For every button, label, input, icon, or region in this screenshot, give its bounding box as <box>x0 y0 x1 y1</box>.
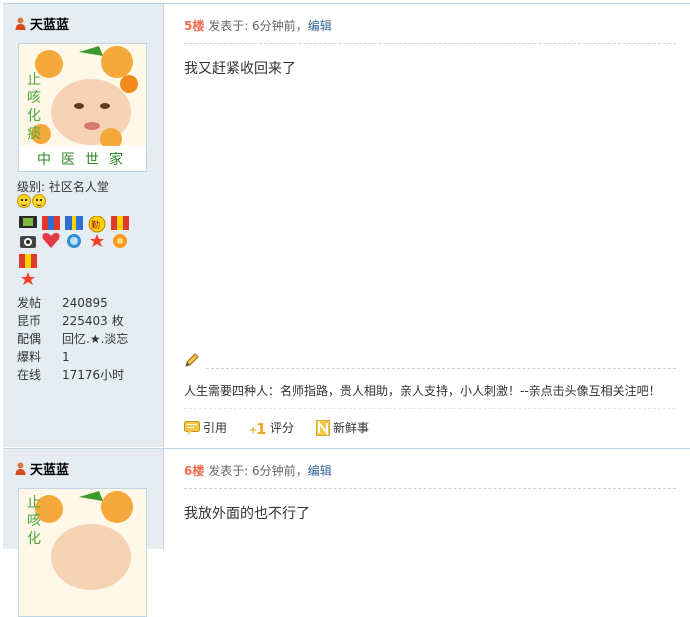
svg-text:化: 化 <box>27 531 41 547</box>
user-icon <box>15 462 26 475</box>
post-header: 6楼 发表于: 6分钟前，编辑 <box>184 462 332 479</box>
smiley-icon <box>17 194 31 208</box>
level-value: 社区名人堂 <box>48 180 109 194</box>
level-stars <box>17 194 46 208</box>
user-row: 天蓝蓝 <box>15 14 69 33</box>
edit-link[interactable]: 编辑 <box>308 19 332 33</box>
user-level: 级别: 社区名人堂 <box>17 178 109 195</box>
post-actions: 引用 + 1 评分 新鲜事 <box>184 419 391 436</box>
username[interactable]: 天蓝蓝 <box>30 14 69 33</box>
quote-icon <box>184 420 200 435</box>
user-icon <box>15 17 26 30</box>
level-label: 级别: <box>17 180 46 194</box>
divider <box>184 408 676 409</box>
medal-icon[interactable] <box>17 216 39 250</box>
post-content: 6楼 发表于: 6分钟前，编辑 我放外面的也不行了 <box>164 449 690 549</box>
user-stats: 发帖 240895 昆币 225403 枚 配偶 回忆.★.淡忘 爆料 1 在线… <box>17 294 128 384</box>
stat-spouse: 配偶 回忆.★.淡忘 <box>17 332 129 346</box>
signature: 人生需要四种人：名师指路，贵人相助，亲人支持，小人刺激！--亲点击头像互相关注吧… <box>184 384 661 398</box>
divider <box>184 488 676 489</box>
avatar-caption-2: 咳 <box>27 90 41 106</box>
news-icon <box>316 419 331 436</box>
post-meta: 发表于: 6分钟前， <box>208 464 308 478</box>
post-content: 5楼 发表于: 6分钟前，编辑 我又赶紧收回来了 人生需要四种人：名师指路，贵人… <box>164 4 690 447</box>
post-5: 天蓝蓝 止 咳 化 痰 中医世家 级别: 社区名人堂 勤 发帖 240895 昆… <box>3 3 690 447</box>
pencil-icon <box>185 353 199 367</box>
post-header: 5楼 发表于: 6分钟前，编辑 <box>184 17 332 34</box>
stat-online: 在线 17176小时 <box>17 368 125 382</box>
floor-number[interactable]: 5楼 <box>184 19 204 33</box>
quote-button[interactable]: 引用 <box>184 419 227 436</box>
avatar-caption-3: 化 <box>27 108 41 124</box>
svg-text:勤: 勤 <box>91 219 100 231</box>
divider <box>184 43 676 44</box>
post-meta: 发表于: 6分钟前， <box>208 19 308 33</box>
user-sidebar: 天蓝蓝 止 咳 化 <box>3 449 164 617</box>
medal-icon[interactable]: 勤 <box>86 216 108 250</box>
medal-icon[interactable] <box>63 216 85 250</box>
medal-icon[interactable] <box>40 216 62 250</box>
avatar[interactable]: 止 咳 化 <box>18 488 147 617</box>
stat-posts: 发帖 240895 <box>17 296 108 310</box>
post-body: 我放外面的也不行了 <box>184 506 310 522</box>
stat-coins: 昆币 225403 枚 <box>17 314 124 328</box>
avatar[interactable]: 止 咳 化 痰 中医世家 <box>18 43 147 172</box>
stat-scoops: 爆料 1 <box>17 350 70 364</box>
avatar-footer: 中医世家 <box>37 151 133 168</box>
edit-link[interactable]: 编辑 <box>308 464 332 478</box>
medal-icon[interactable] <box>17 254 39 288</box>
rate-button[interactable]: + 1 评分 <box>249 419 294 436</box>
signature-divider <box>206 368 676 369</box>
svg-text:1: 1 <box>256 420 266 436</box>
plus-one-icon: + 1 <box>249 420 266 436</box>
user-row: 天蓝蓝 <box>15 459 69 478</box>
news-button[interactable]: 新鲜事 <box>316 419 369 436</box>
avatar-caption-1: 止 <box>27 72 41 88</box>
user-sidebar: 天蓝蓝 止 咳 化 痰 中医世家 级别: 社区名人堂 勤 发帖 240895 昆… <box>3 4 164 447</box>
avatar-caption-4: 痰 <box>27 126 41 142</box>
post-body: 我又赶紧收回来了 <box>184 61 296 77</box>
medal-icon[interactable] <box>109 216 131 250</box>
smiley-icon <box>32 194 46 208</box>
floor-number[interactable]: 6楼 <box>184 464 204 478</box>
svg-text:咳: 咳 <box>27 513 41 529</box>
post-6: 天蓝蓝 止 咳 化 6楼 发表于: 6分钟前，编辑 我放外面的也不行了 <box>3 448 690 617</box>
username[interactable]: 天蓝蓝 <box>30 459 69 478</box>
svg-text:止: 止 <box>27 495 41 511</box>
